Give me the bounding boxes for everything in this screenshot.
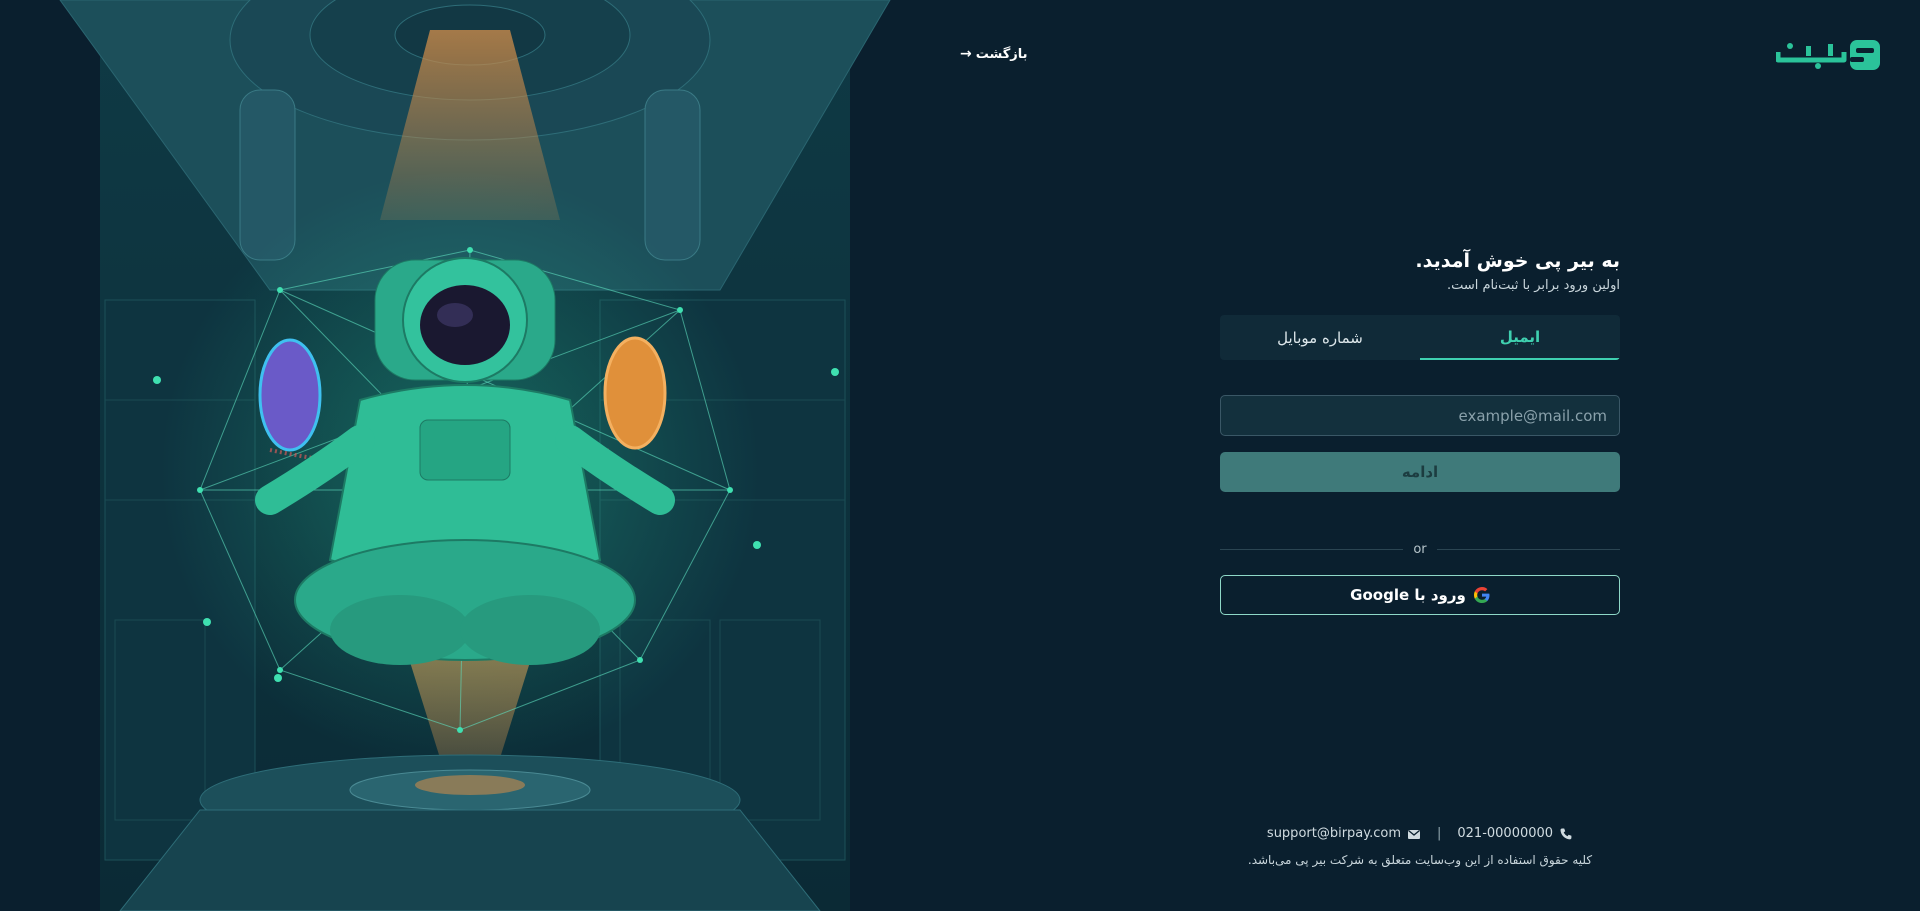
tab-email[interactable]: ایمیل	[1420, 315, 1620, 360]
astronaut-illustration	[0, 0, 900, 911]
contact-row: support@birpay.com | 021-00000000	[1220, 826, 1620, 841]
login-method-tabs: ایمیل شماره موبایل	[1220, 315, 1620, 360]
copyright-text: کلیه حقوق استفاده از این وب‌سایت متعلق ب…	[1247, 853, 1593, 867]
birpay-logo[interactable]	[1775, 38, 1882, 74]
or-divider: or	[1220, 542, 1620, 557]
google-login-label: ورود با Google	[1350, 586, 1466, 604]
divider-line	[1436, 549, 1620, 550]
mail-icon	[1408, 829, 1420, 839]
page-subtitle: اولین ورود برابر با ثبت‌نام است.	[1446, 278, 1620, 293]
support-email[interactable]: support@birpay.com	[1267, 826, 1421, 841]
arrow-right-icon: →	[960, 46, 972, 62]
support-phone[interactable]: 021-00000000	[1457, 826, 1573, 841]
support-email-text: support@birpay.com	[1266, 826, 1401, 841]
phone-icon	[1560, 828, 1572, 839]
google-icon	[1473, 587, 1490, 603]
login-form: به بیر پی خوش آمدید. اولین ورود برابر با…	[1220, 250, 1620, 615]
tab-mobile[interactable]: شماره موبایل	[1220, 315, 1420, 360]
divider-label: or	[1413, 542, 1427, 557]
google-login-button[interactable]: ورود با Google	[1220, 575, 1620, 615]
support-phone-text: 021-00000000	[1457, 826, 1554, 841]
footer: support@birpay.com | 021-00000000 کلیه ح…	[1220, 826, 1620, 867]
divider-line	[1220, 549, 1404, 550]
email-field[interactable]	[1220, 395, 1620, 436]
back-link[interactable]: بازگشت →	[960, 46, 1028, 62]
back-label: بازگشت	[975, 46, 1028, 62]
contact-separator: |	[1437, 826, 1442, 841]
page-title: به بیر پی خوش آمدید.	[1415, 250, 1620, 272]
continue-button[interactable]: ادامه	[1220, 452, 1620, 492]
